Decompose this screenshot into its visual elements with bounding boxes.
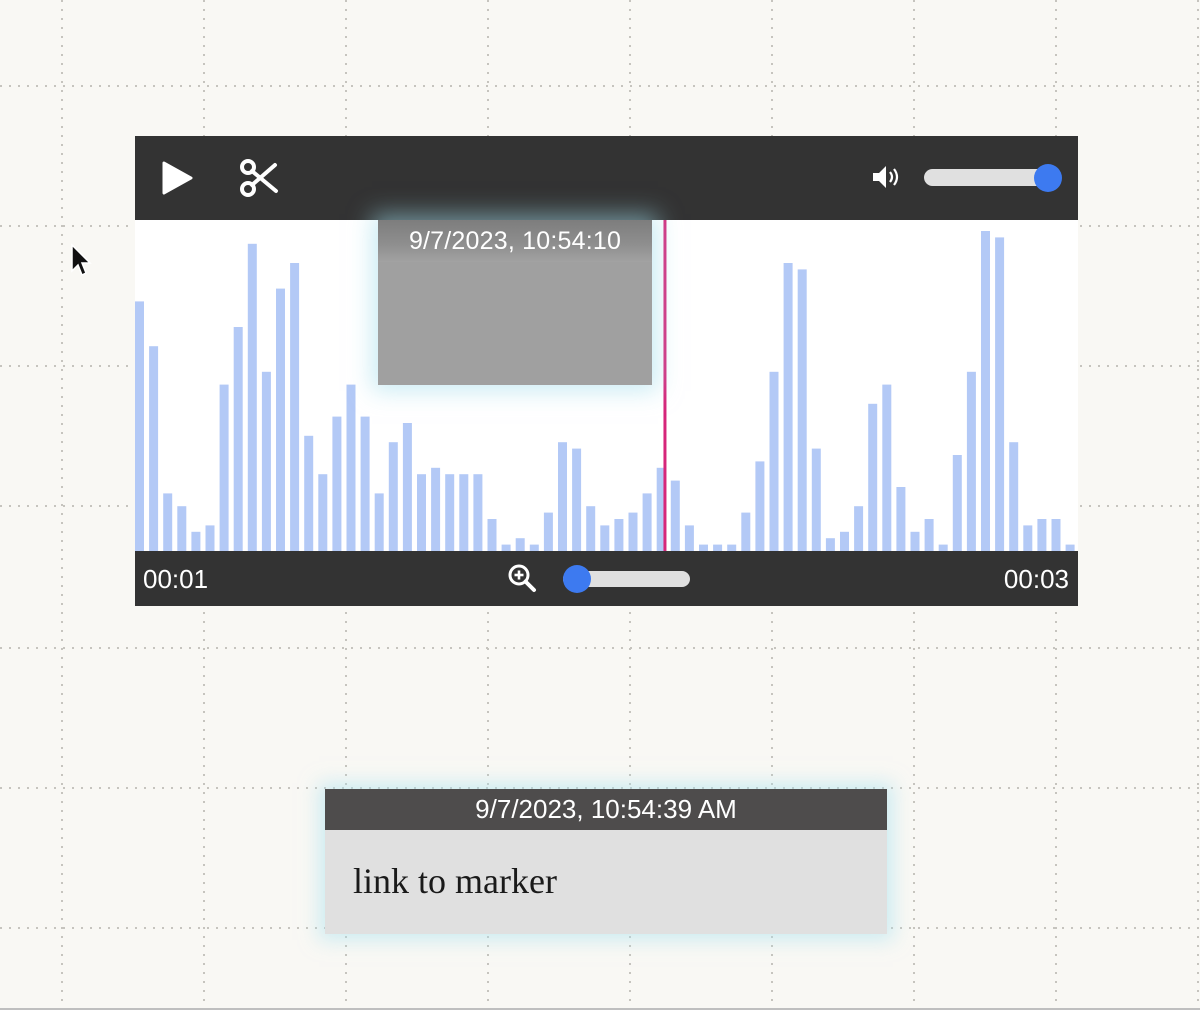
- marker-note-card[interactable]: 9/7/2023, 10:54:39 AM link to marker: [325, 789, 887, 934]
- waveform-bar: [642, 493, 652, 551]
- waveform-bar: [304, 435, 314, 551]
- waveform-bar: [966, 371, 976, 551]
- scissors-icon: [240, 159, 278, 197]
- waveform-bar: [388, 442, 398, 551]
- zoom-slider[interactable]: [562, 565, 690, 593]
- waveform-bar: [318, 474, 328, 551]
- player-toolbar: [135, 136, 1078, 220]
- audio-player: 9/7/2023, 10:54:10 00:01 00:03: [135, 136, 1078, 606]
- waveform-bar: [769, 371, 779, 551]
- waveform-bar: [163, 493, 173, 551]
- waveform-bar: [261, 371, 271, 551]
- waveform-bar: [1037, 519, 1047, 551]
- waveform-bar: [952, 455, 962, 551]
- waveform-bar: [431, 467, 441, 551]
- waveform-bar: [290, 263, 300, 551]
- waveform-bar: [586, 506, 596, 551]
- waveform-bar: [1051, 519, 1061, 551]
- waveform-bar: [247, 243, 257, 551]
- volume-slider-thumb[interactable]: [1034, 164, 1062, 192]
- waveform-bar: [995, 237, 1005, 551]
- waveform-bar: [840, 531, 849, 551]
- waveform-bar: [670, 480, 680, 551]
- waveform-bar: [417, 474, 426, 551]
- waveform-bar: [219, 384, 229, 551]
- waveform-bar: [191, 531, 201, 551]
- waveform-bar: [402, 423, 412, 551]
- waveform-bar: [825, 538, 835, 551]
- waveform-bar: [543, 512, 553, 551]
- waveform-bar: [135, 301, 144, 551]
- waveform-bar: [205, 525, 215, 551]
- waveform-bar: [459, 474, 469, 551]
- waveform-bar: [882, 384, 892, 551]
- waveform-bar: [360, 416, 370, 551]
- waveform-bar: [614, 519, 624, 551]
- volume-slider[interactable]: [924, 164, 1062, 192]
- note-text[interactable]: link to marker: [325, 830, 887, 902]
- waveform-bar: [445, 474, 455, 551]
- note-timestamp: 9/7/2023, 10:54:39 AM: [325, 789, 887, 830]
- waveform-bar: [487, 519, 497, 551]
- waveform-bar: [981, 231, 990, 551]
- current-time: 00:01: [143, 564, 209, 594]
- waveform-bar: [149, 346, 159, 551]
- waveform-bar: [628, 512, 638, 551]
- waveform-bar: [797, 269, 807, 551]
- waveform-bar: [515, 538, 525, 551]
- waveform-bar: [600, 525, 610, 551]
- zoom-button[interactable]: [507, 563, 537, 593]
- waveform-marker-timestamp: 9/7/2023, 10:54:10: [378, 220, 652, 262]
- waveform-bar: [868, 403, 878, 551]
- waveform-bar: [346, 384, 356, 551]
- cut-button[interactable]: [239, 158, 279, 198]
- waveform-bar: [924, 519, 934, 551]
- play-icon: [162, 161, 193, 195]
- waveform-bar: [910, 531, 920, 551]
- waveform-bar: [558, 442, 567, 551]
- waveform-bar: [1009, 442, 1019, 551]
- volume-button[interactable]: [870, 162, 904, 192]
- waveform-bar: [473, 474, 483, 551]
- waveform-bar: [783, 263, 793, 551]
- waveform-marker[interactable]: 9/7/2023, 10:54:10: [378, 220, 652, 385]
- waveform-bar: [854, 506, 864, 551]
- zoom-in-icon: [508, 564, 536, 592]
- waveform-bar: [811, 448, 821, 551]
- waveform-bar: [374, 493, 384, 551]
- waveform-bar: [177, 506, 187, 551]
- total-duration: 00:03: [1003, 564, 1069, 594]
- player-timeline-bar: 00:01 00:03: [135, 551, 1078, 606]
- waveform-bar: [332, 416, 342, 551]
- waveform-bar: [755, 461, 765, 551]
- waveform-bar: [896, 487, 906, 551]
- play-button[interactable]: [159, 160, 195, 196]
- mouse-cursor-icon: [70, 243, 92, 281]
- waveform-bar: [276, 288, 285, 551]
- waveform-bar: [572, 448, 582, 551]
- waveform-bar: [1023, 525, 1033, 551]
- zoom-slider-thumb[interactable]: [562, 565, 591, 593]
- waveform-bar: [741, 512, 751, 551]
- waveform-bar: [684, 525, 694, 551]
- waveform-bar: [233, 327, 243, 551]
- volume-icon: [873, 166, 899, 188]
